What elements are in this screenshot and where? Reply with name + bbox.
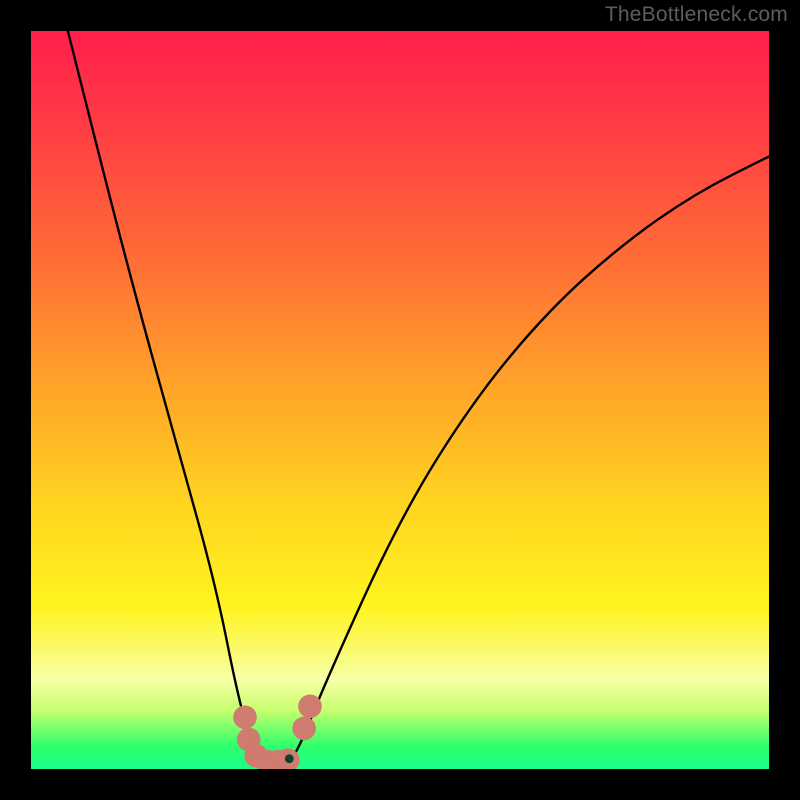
tip-dark	[285, 754, 294, 763]
left-blob-1	[233, 706, 257, 730]
bottleneck-curve	[68, 31, 769, 769]
curve-svg	[31, 31, 769, 769]
plot-area	[31, 31, 769, 769]
watermark-text: TheBottleneck.com	[605, 3, 788, 27]
right-blob-2	[298, 695, 322, 719]
right-blob-1	[292, 717, 316, 741]
chart-frame: TheBottleneck.com	[0, 0, 800, 800]
